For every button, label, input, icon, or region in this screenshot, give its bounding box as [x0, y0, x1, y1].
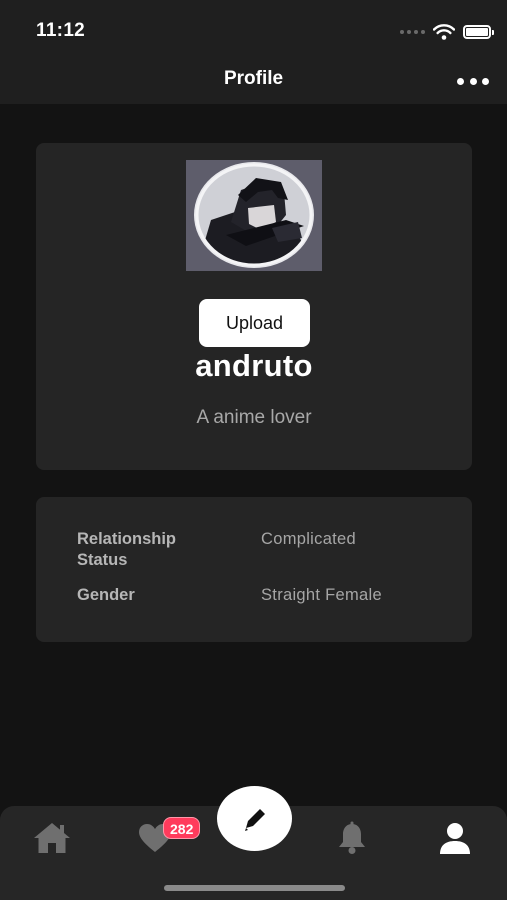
compose-button[interactable]: [217, 786, 292, 851]
details-card: Relationship Status Complicated Gender S…: [36, 497, 472, 642]
battery-icon: [463, 25, 494, 39]
avatar[interactable]: [186, 160, 322, 271]
wifi-icon: [433, 24, 455, 40]
bell-icon: [339, 821, 365, 854]
status-bar: 11:12: [0, 0, 507, 58]
tab-profile[interactable]: [433, 818, 477, 858]
navigation-bar: Profile: [0, 58, 507, 104]
likes-badge: 282: [163, 817, 201, 839]
avatar-image: [186, 160, 322, 271]
relationship-status-label: Relationship Status: [77, 530, 177, 569]
upload-button[interactable]: Upload: [199, 299, 310, 347]
page-title: Profile: [223, 68, 284, 89]
bio: A anime lover: [196, 407, 312, 428]
home-indicator: [164, 885, 345, 891]
user-icon: [440, 823, 470, 854]
pencil-icon: [244, 808, 265, 831]
more-options-button[interactable]: [457, 74, 489, 88]
cellular-signal-icon: [400, 30, 425, 34]
more-horizontal-icon: [457, 77, 464, 85]
home-icon: [34, 823, 70, 853]
username: andruto: [195, 348, 313, 383]
relationship-status-value: Complicated: [261, 530, 357, 548]
status-time: 11:12: [36, 20, 86, 41]
profile-card: Upload andruto A anime lover: [36, 143, 472, 470]
gender-value: Straight Female: [261, 586, 382, 604]
status-icons: [400, 22, 494, 42]
tab-notifications[interactable]: [330, 818, 374, 858]
gender-label: Gender: [77, 586, 135, 604]
tab-home[interactable]: [30, 818, 74, 858]
